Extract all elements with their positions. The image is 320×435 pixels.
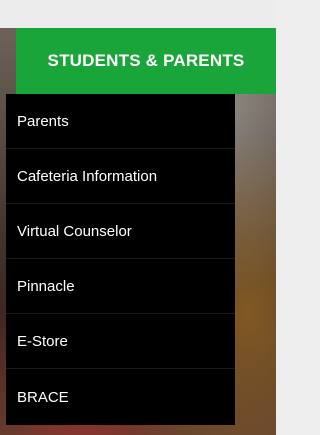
menu-item-label: Parents — [17, 112, 69, 130]
menu-item-label: E-Store — [17, 332, 68, 350]
menu-item-label: Cafeteria Information — [17, 167, 158, 185]
students-parents-dropdown: Parents Cafeteria Information Virtual Co… — [6, 94, 235, 425]
menu-item-label: BRACE — [17, 388, 69, 406]
students-parents-menu-tab[interactable]: STUDENTS & PARENTS — [16, 28, 276, 94]
menu-item-virtual-counselor[interactable]: Virtual Counselor — [6, 204, 235, 259]
menu-item-label: Virtual Counselor — [17, 222, 132, 240]
top-bar — [0, 0, 276, 28]
menu-item-cafeteria-information[interactable]: Cafeteria Information — [6, 149, 235, 204]
menu-item-e-store[interactable]: E-Store — [6, 314, 235, 369]
menu-item-parents[interactable]: Parents — [6, 94, 235, 149]
menu-tab-label: STUDENTS & PARENTS — [47, 51, 245, 70]
menu-item-label: Pinnacle — [17, 277, 75, 295]
menu-item-pinnacle[interactable]: Pinnacle — [6, 259, 235, 314]
menu-item-brace[interactable]: BRACE — [6, 369, 235, 425]
